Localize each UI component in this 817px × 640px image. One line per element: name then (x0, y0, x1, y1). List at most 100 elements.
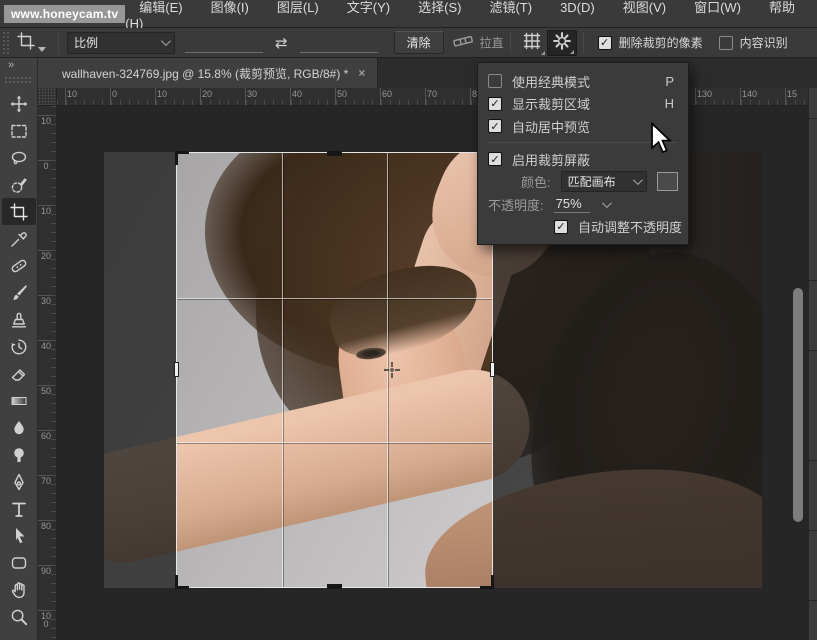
menu-item[interactable]: 滤镜(T) (475, 0, 546, 15)
tool-type[interactable] (2, 495, 36, 522)
tool-path-selection[interactable] (2, 522, 36, 549)
ruler-ticks (57, 100, 808, 105)
tool-gradient[interactable] (2, 387, 36, 414)
tool-pen[interactable] (2, 468, 36, 495)
ruler-label: 20 (41, 252, 51, 260)
panel-dock-edge[interactable] (808, 88, 817, 640)
swap-dimensions-icon[interactable]: ⇄ (273, 34, 290, 52)
chevron-down-icon (161, 36, 171, 46)
document-tab-bar: wallhaven-324769.jpg @ 15.8% (裁剪预览, RGB/… (38, 58, 817, 88)
tool-brush[interactable] (2, 279, 36, 306)
menu-item[interactable]: 图层(L) (263, 0, 333, 15)
delete-cropped-pixels-option[interactable]: ✓ 删除裁剪的像素 (598, 34, 703, 51)
tool-more[interactable]: ••• (2, 630, 36, 640)
rule-of-thirds-line (282, 153, 283, 587)
tool-eyedropper[interactable] (2, 225, 36, 252)
gear-icon (552, 31, 572, 54)
tool-crop[interactable] (2, 198, 36, 225)
crop-box[interactable] (177, 153, 492, 587)
document-tab-title: wallhaven-324769.jpg @ 15.8% (裁剪预览, RGB/… (62, 65, 348, 82)
checkbox-unchecked[interactable] (488, 74, 502, 88)
chevron-down-icon (570, 50, 574, 54)
shield-opacity-row: 不透明度: 75% (488, 193, 678, 216)
tool-shape[interactable] (2, 549, 36, 576)
tool-clone-stamp[interactable] (2, 306, 36, 333)
tool-zoom[interactable] (2, 603, 36, 630)
chevron-down-icon (541, 51, 545, 55)
opacity-label: 不透明度: (488, 195, 544, 214)
checkbox-checked[interactable]: ✓ (488, 119, 502, 133)
divider (58, 32, 59, 54)
content-aware-option[interactable]: 内容识别 (719, 34, 788, 51)
ruler-label: 60 (382, 89, 392, 99)
divider (510, 32, 511, 54)
straighten-label[interactable]: 拉直 (480, 34, 504, 51)
menu-item-classic-mode[interactable]: 使用经典模式 P (488, 70, 678, 93)
tool-hand[interactable] (2, 576, 36, 603)
ruler-label: 10 (67, 89, 77, 99)
tool-blur[interactable] (2, 414, 36, 441)
ruler-label: 10 (157, 89, 167, 99)
rule-of-thirds-line (177, 298, 492, 299)
menu-item[interactable]: 3D(D) (546, 0, 609, 15)
shield-color-select[interactable]: 匹配画布 (561, 171, 648, 192)
tool-lasso[interactable] (2, 144, 36, 171)
canvas-viewport[interactable] (57, 106, 808, 640)
options-bar: 比例 ⇄ 清除 拉直 ✓ 删除裁剪的像素 (0, 28, 817, 58)
grid-overlay-icon (522, 31, 542, 54)
shield-color-swatch[interactable] (657, 172, 678, 191)
crop-tool-preset[interactable] (10, 31, 52, 54)
aspect-ratio-value: 比例 (74, 34, 98, 51)
ruler-label: 90 (41, 567, 51, 575)
ruler-label: 140 (742, 89, 757, 99)
menu-item[interactable]: 窗口(W) (680, 0, 755, 15)
menu-item-label: 自动调整不透明度 (578, 217, 682, 236)
menu-item-auto-adjust-opacity[interactable]: ✓ 自动调整不透明度 (488, 215, 678, 238)
vertical-ruler[interactable]: 100102030405060708090100 (38, 106, 57, 640)
menu-item[interactable]: 图像(I) (197, 0, 263, 15)
tool-marquee[interactable] (2, 117, 36, 144)
menu-item[interactable]: 编辑(E) (125, 0, 196, 15)
ruler-origin-corner[interactable] (38, 88, 57, 106)
checkbox-checked[interactable]: ✓ (488, 97, 502, 111)
tool-dodge[interactable] (2, 441, 36, 468)
crop-icon (16, 31, 36, 54)
ruler-label: 60 (41, 432, 51, 440)
collapse-panel-icon[interactable]: » (0, 58, 37, 74)
crop-height-input[interactable] (300, 33, 378, 53)
menu-item[interactable]: 视图(V) (609, 0, 680, 15)
close-icon[interactable]: × (358, 66, 365, 80)
crop-settings-button[interactable] (547, 30, 577, 56)
menu-item-show-crop-area[interactable]: ✓ 显示裁剪区域 H (488, 93, 678, 116)
checkbox-checked[interactable]: ✓ (554, 220, 568, 234)
straighten-icon[interactable] (452, 31, 474, 54)
photoshop-window: www.honeycam.tv 编辑(E)图像(I)图层(L)文字(Y)选择(S… (0, 0, 817, 640)
chevron-down-icon (38, 47, 46, 52)
tool-history-brush[interactable] (2, 333, 36, 360)
crop-width-input[interactable] (185, 33, 263, 53)
checkbox-unchecked[interactable] (719, 36, 733, 50)
clear-button[interactable]: 清除 (394, 31, 444, 54)
options-bar-grip[interactable] (2, 31, 10, 55)
content-aware-label: 内容识别 (740, 34, 788, 51)
horizontal-ruler[interactable]: 10010203040506070809010011012013014015 (57, 88, 808, 106)
ruler-label: 10 (41, 207, 51, 215)
toolbar-grip[interactable] (4, 76, 33, 84)
menu-item[interactable]: 文字(Y) (333, 0, 404, 15)
vertical-scrollbar[interactable] (793, 288, 803, 522)
aspect-ratio-select[interactable]: 比例 (67, 32, 175, 54)
tool-healing-brush[interactable] (2, 252, 36, 279)
overlay-options-button[interactable] (517, 30, 547, 56)
menu-items: 编辑(E)图像(I)图层(L)文字(Y)选择(S)滤镜(T)3D(D)视图(V)… (125, 0, 817, 31)
tool-eraser[interactable] (2, 360, 36, 387)
menu-item[interactable]: 选择(S) (404, 0, 475, 15)
checkbox-checked[interactable]: ✓ (598, 36, 612, 50)
ruler-label: 30 (247, 89, 257, 99)
checkbox-checked[interactable]: ✓ (488, 152, 502, 166)
document-tab[interactable]: wallhaven-324769.jpg @ 15.8% (裁剪预览, RGB/… (38, 58, 378, 88)
tool-quick-selection[interactable] (2, 171, 36, 198)
watermark: www.honeycam.tv (4, 5, 125, 23)
tool-move[interactable] (2, 90, 36, 117)
opacity-value-select[interactable]: 75% (554, 196, 590, 213)
menu-item-label: 显示裁剪区域 (512, 94, 590, 113)
